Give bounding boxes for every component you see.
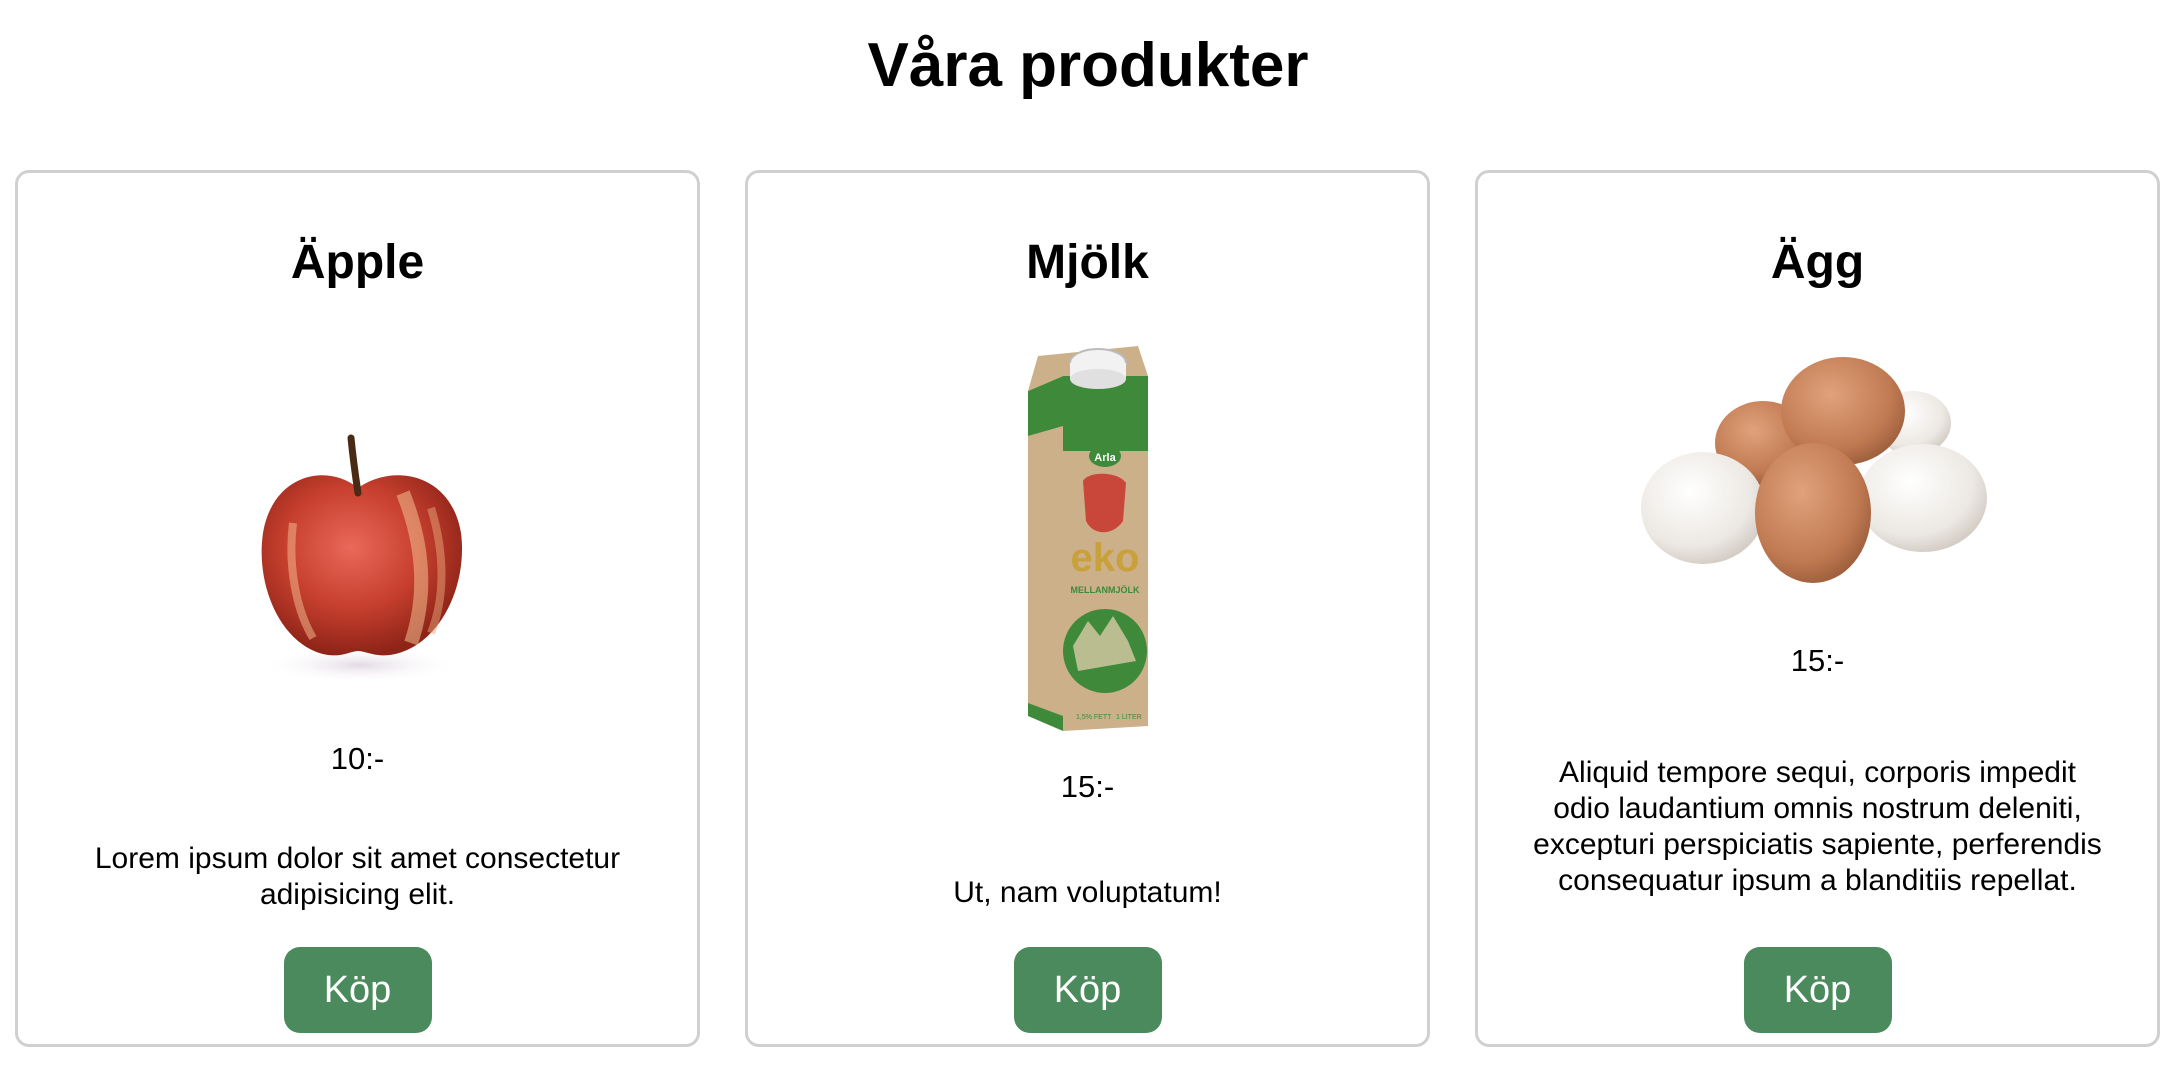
product-description: Lorem ipsum dolor sit amet consectetur a… — [94, 842, 621, 911]
product-title: Mjölk — [1026, 236, 1149, 289]
product-description: Aliquid tempore sequi, corporis impedit … — [1533, 756, 2102, 897]
carton-brand-text: Arla — [1094, 452, 1116, 464]
buy-button-milk[interactable]: Köp — [1013, 947, 1162, 1033]
buy-button-eggs[interactable]: Köp — [1743, 947, 1892, 1033]
page-title: Våra produkter — [867, 31, 1309, 100]
product-page: Våra produkter Äpple 10:- Lorem ipsum do… — [0, 0, 2176, 1084]
buy-button-apple[interactable]: Köp — [283, 947, 432, 1033]
product-price: 15:- — [1060, 769, 1115, 804]
eggs-image — [1640, 357, 1987, 583]
product-description: Ut, nam voluptatum! — [953, 876, 1222, 909]
product-price: 10:- — [330, 741, 385, 776]
product-card-eggs: Ägg 15:- Aliquid tempore sequi, corporis… — [1475, 170, 2160, 1047]
product-card-apple: Äpple 10:- Lorem ipsum dolor sit amet co… — [15, 170, 700, 1047]
carton-fat-text: 1,5% FETT — [1076, 714, 1112, 721]
product-price: 15:- — [1790, 643, 1845, 678]
apple-image — [259, 434, 462, 683]
milk-carton-image: Arla eko MELLANMJÖLK 1,5% FETT 1 LITER — [1027, 346, 1148, 731]
product-title: Ägg — [1770, 236, 1865, 289]
carton-product-text: MELLANMJÖLK — [1070, 585, 1139, 595]
product-title: Äpple — [290, 236, 425, 289]
product-card-milk: Mjölk Arla eko MELLANMJÖLK 1,5% FETT 1 L… — [745, 170, 1430, 1047]
carton-eko-text: eko — [1070, 536, 1139, 580]
carton-volume-text: 1 LITER — [1116, 714, 1142, 721]
